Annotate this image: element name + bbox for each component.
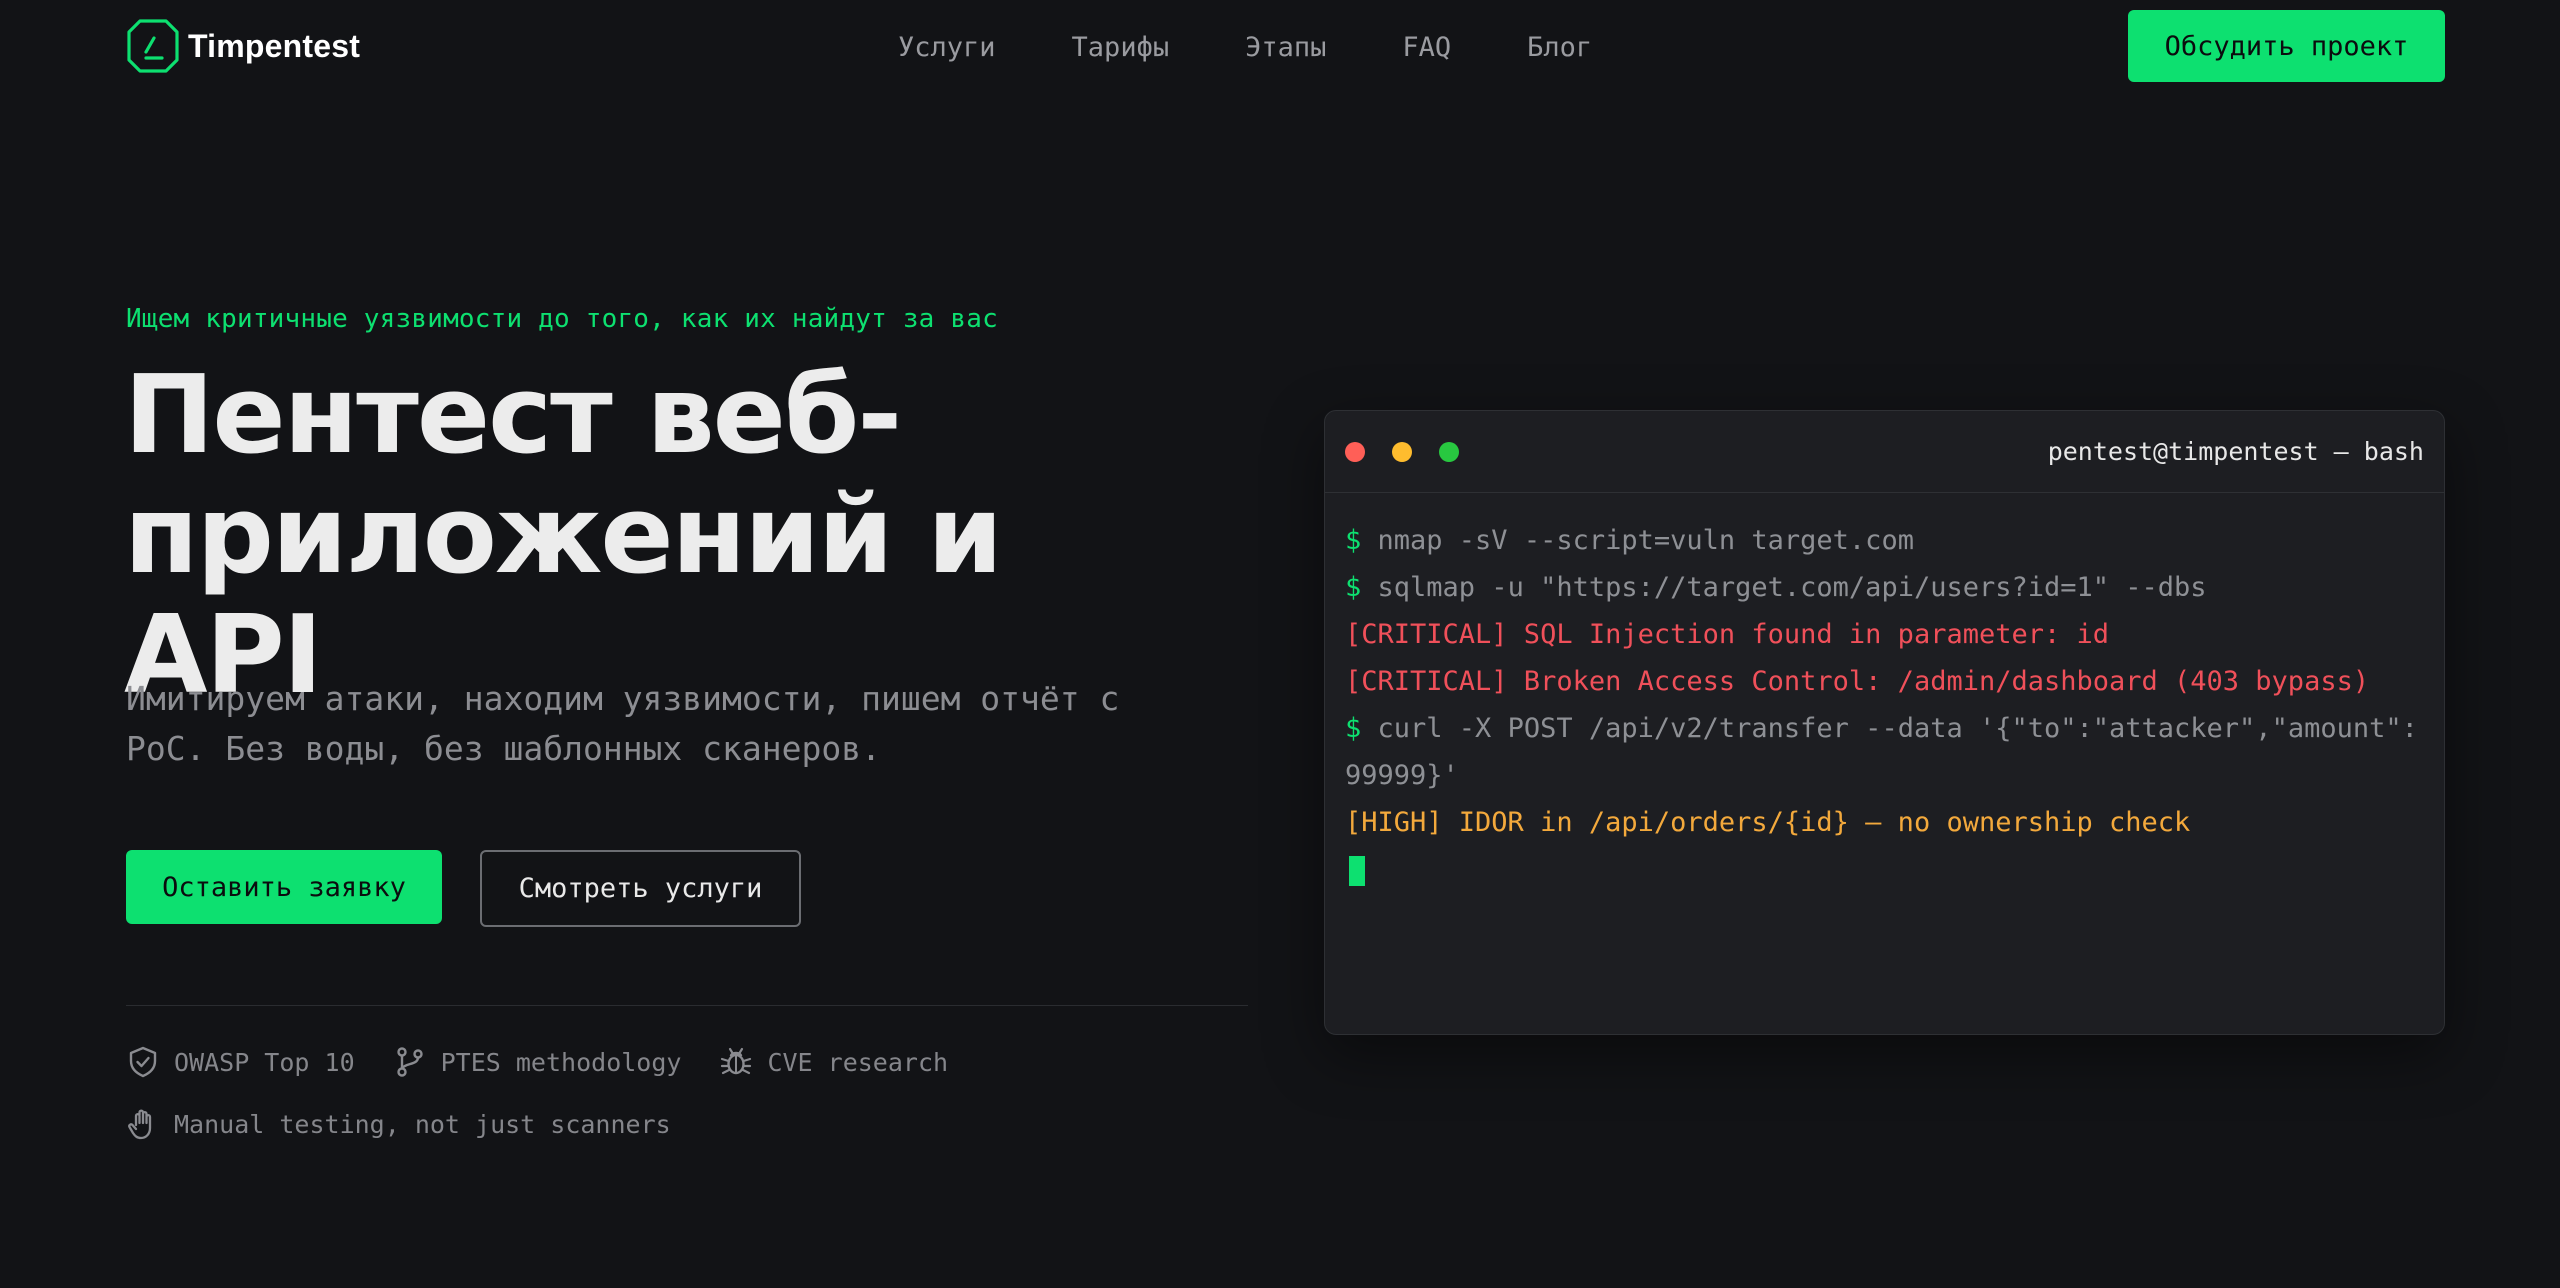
badge-label: CVE research xyxy=(767,1047,949,1077)
maximize-dot xyxy=(1439,441,1459,462)
git-branch-icon xyxy=(396,1047,423,1077)
badge-label: PTES methodology xyxy=(440,1047,682,1077)
shield-check-icon xyxy=(129,1046,157,1078)
hand-icon xyxy=(128,1109,152,1140)
badge-label: OWASP Top 10 xyxy=(174,1047,355,1077)
badge-cve: CVE research xyxy=(719,1044,948,1080)
command-text: nmap -sV --script=vuln target.com xyxy=(1361,525,1914,556)
prompt-symbol: $ xyxy=(1345,525,1362,556)
nav-item-blog[interactable]: Блог xyxy=(1527,30,1592,66)
discuss-project-button[interactable]: Обсудить проект xyxy=(2128,10,2445,82)
terminal-title-bar: pentest@timpentest — bash xyxy=(1325,411,2444,493)
prompt-symbol: $ xyxy=(1345,572,1362,603)
brand-logo-link[interactable]: Timpentest xyxy=(126,18,360,74)
terminal-line-command: $ curl -X POST /api/v2/transfer --data '… xyxy=(1345,705,2424,799)
terminal-line-critical: [CRITICAL] SQL Injection found in parame… xyxy=(1345,619,2110,650)
prompt-symbol: $ xyxy=(1345,713,1362,744)
hero-subtitle: Имитируем атаки, находим уязвимости, пиш… xyxy=(126,679,1120,768)
main-nav: Услуги Тарифы Этапы FAQ Блог xyxy=(898,30,1592,66)
shield-check-logo-icon xyxy=(127,19,179,73)
command-text: curl -X POST /api/v2/transfer --data '{"… xyxy=(1345,713,2418,791)
nav-item-stages[interactable]: Этапы xyxy=(1245,30,1326,66)
badge-manual: Manual testing, not just scanners xyxy=(126,1106,671,1142)
brand-name: Timpentest xyxy=(188,27,361,64)
hero-divider xyxy=(126,1005,1248,1006)
terminal-line-command: $ sqlmap -u "https://target.com/api/user… xyxy=(1345,564,2424,611)
trust-badges: OWASP Top 10 PTES methodology CVE resear… xyxy=(126,1044,1246,1142)
nav-item-faq[interactable]: FAQ xyxy=(1402,30,1451,66)
badge-label: Manual testing, not just scanners xyxy=(174,1109,671,1139)
hero-title: Пентест веб- приложений и API xyxy=(124,356,1224,716)
terminal-body: $ nmap -sV --script=vuln target.com $ sql… xyxy=(1325,493,2444,886)
command-text: sqlmap -u "https://target.com/api/users?… xyxy=(1361,572,2207,603)
terminal-line-critical: [CRITICAL] Broken Access Control: /admin… xyxy=(1345,666,2370,697)
terminal-cursor xyxy=(1349,856,1365,886)
badge-ptes: PTES methodology xyxy=(393,1044,682,1080)
nav-item-services[interactable]: Услуги xyxy=(898,30,996,66)
minimize-dot xyxy=(1392,441,1412,462)
nav-item-pricing[interactable]: Тарифы xyxy=(1072,30,1170,66)
terminal-window: pentest@timpentest — bash $ nmap -sV --s… xyxy=(1324,410,2445,1035)
hero-eyebrow: Ищем критичные уязвимости до того, как и… xyxy=(126,304,998,334)
bug-icon xyxy=(721,1047,752,1075)
terminal-line-high: [HIGH] IDOR in /api/orders/{id} — no own… xyxy=(1345,807,2191,838)
terminal-title: pentest@timpentest — bash xyxy=(2047,437,2424,466)
hero-title-line-1: Пентест веб- xyxy=(124,353,902,478)
close-dot xyxy=(1345,441,1365,462)
badge-owasp: OWASP Top 10 xyxy=(126,1044,355,1080)
terminal-line-command: $ nmap -sV --script=vuln target.com xyxy=(1345,517,2424,564)
submit-request-button[interactable]: Оставить заявку xyxy=(126,850,442,924)
view-services-button[interactable]: Смотреть услуги xyxy=(480,850,801,927)
